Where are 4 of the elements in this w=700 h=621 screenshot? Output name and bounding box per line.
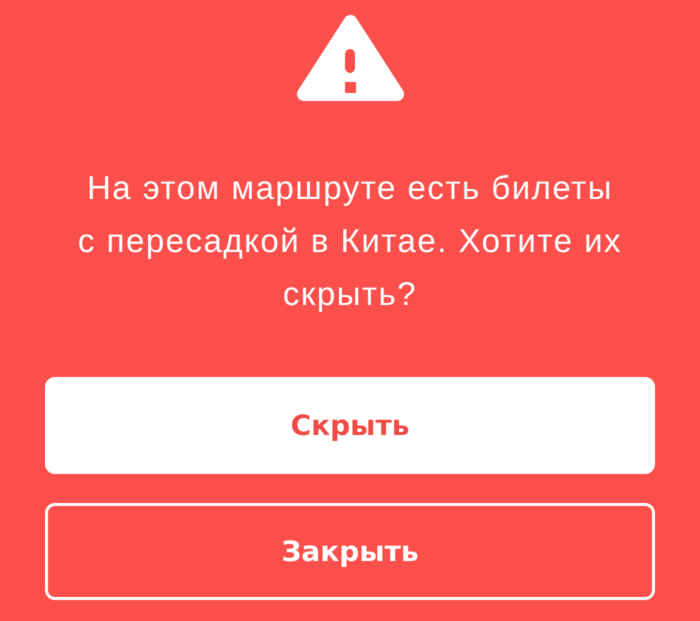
- warning-icon: [296, 15, 404, 101]
- hide-button[interactable]: Скрыть: [45, 377, 655, 474]
- close-button[interactable]: Закрыть: [45, 503, 655, 600]
- alert-message: На этом маршруте есть билеты с пересадкой в Китае. Хотите их скрыть?: [76, 168, 624, 314]
